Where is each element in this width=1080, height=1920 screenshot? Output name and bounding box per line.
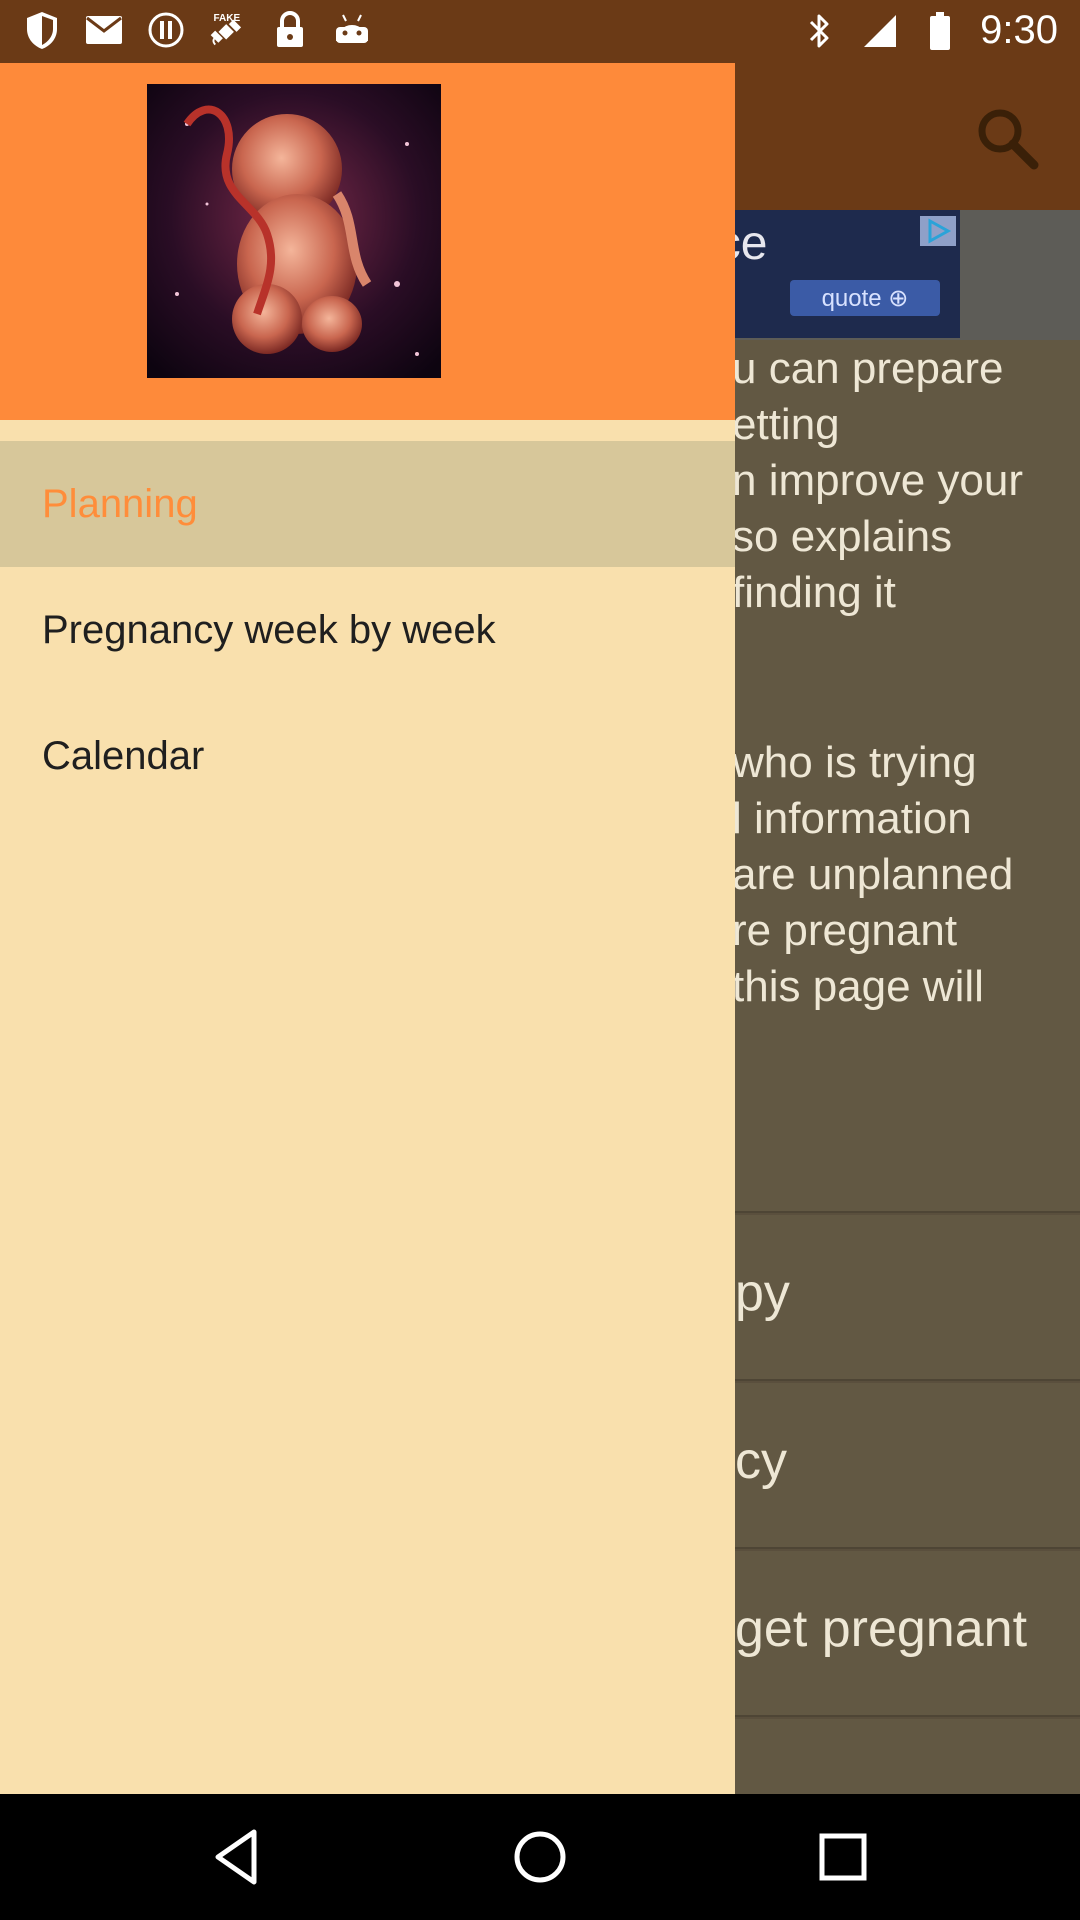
bg-paragraph-2: who is trying l information are unplanne… xyxy=(732,735,1013,1015)
bg-line: re pregnant xyxy=(732,906,958,955)
bg-line: u can prepare xyxy=(732,344,1004,393)
status-time: 9:30 xyxy=(980,8,1058,52)
ad-choices-icon[interactable] xyxy=(920,216,956,246)
menu-item-label: Calendar xyxy=(42,733,205,778)
shield-icon xyxy=(22,10,62,50)
lock-icon xyxy=(270,10,310,50)
signal-icon xyxy=(860,11,900,51)
bg-paragraph-1: u can prepare etting n improve your so e… xyxy=(732,341,1023,621)
divider xyxy=(735,1211,1080,1215)
menu-item-planning[interactable]: Planning xyxy=(0,441,735,567)
menu-item-label: Pregnancy week by week xyxy=(42,607,496,652)
bg-list-item[interactable]: get pregnant xyxy=(735,1599,1027,1659)
bg-line: who is trying xyxy=(732,738,977,787)
battery-icon xyxy=(920,11,960,51)
status-bar: FAKE 9:30 xyxy=(0,0,1080,63)
alert-icon xyxy=(146,10,186,50)
navigation-drawer: Planning Pregnancy week by week Calendar xyxy=(0,63,735,1794)
bg-line: so explains xyxy=(732,512,953,561)
menu-item-label: Planning xyxy=(42,481,198,526)
android-icon xyxy=(332,10,372,50)
ad-quote-button[interactable]: quote ⊕ xyxy=(790,280,940,316)
divider xyxy=(735,1547,1080,1551)
divider xyxy=(735,1379,1080,1383)
status-icons-right: 9:30 xyxy=(800,8,1058,53)
bg-line: n improve your xyxy=(732,456,1024,505)
bg-line: this page will xyxy=(732,962,984,1011)
satellite-icon: FAKE xyxy=(208,10,248,50)
status-icons: FAKE xyxy=(22,10,372,50)
divider xyxy=(735,1715,1080,1719)
bg-line: etting xyxy=(732,400,840,449)
bg-list-item[interactable]: cy xyxy=(735,1431,787,1491)
home-icon[interactable] xyxy=(505,1822,575,1892)
bluetooth-icon xyxy=(800,11,840,51)
recents-icon[interactable] xyxy=(808,1822,878,1892)
system-navigation-bar xyxy=(0,1794,1080,1920)
drawer-header xyxy=(0,63,735,420)
bg-line: finding it xyxy=(732,568,896,617)
back-icon[interactable] xyxy=(202,1822,272,1892)
menu-item-pregnancy-week-by-week[interactable]: Pregnancy week by week xyxy=(0,567,735,693)
menu-item-calendar[interactable]: Calendar xyxy=(0,693,735,819)
bg-line: are unplanned xyxy=(732,850,1014,899)
fetus-image xyxy=(147,84,441,378)
bg-line: l information xyxy=(732,794,972,843)
mail-icon xyxy=(84,10,124,50)
search-icon[interactable] xyxy=(972,103,1042,173)
svg-text:FAKE: FAKE xyxy=(213,13,240,24)
bg-list-item[interactable]: py xyxy=(735,1263,790,1323)
